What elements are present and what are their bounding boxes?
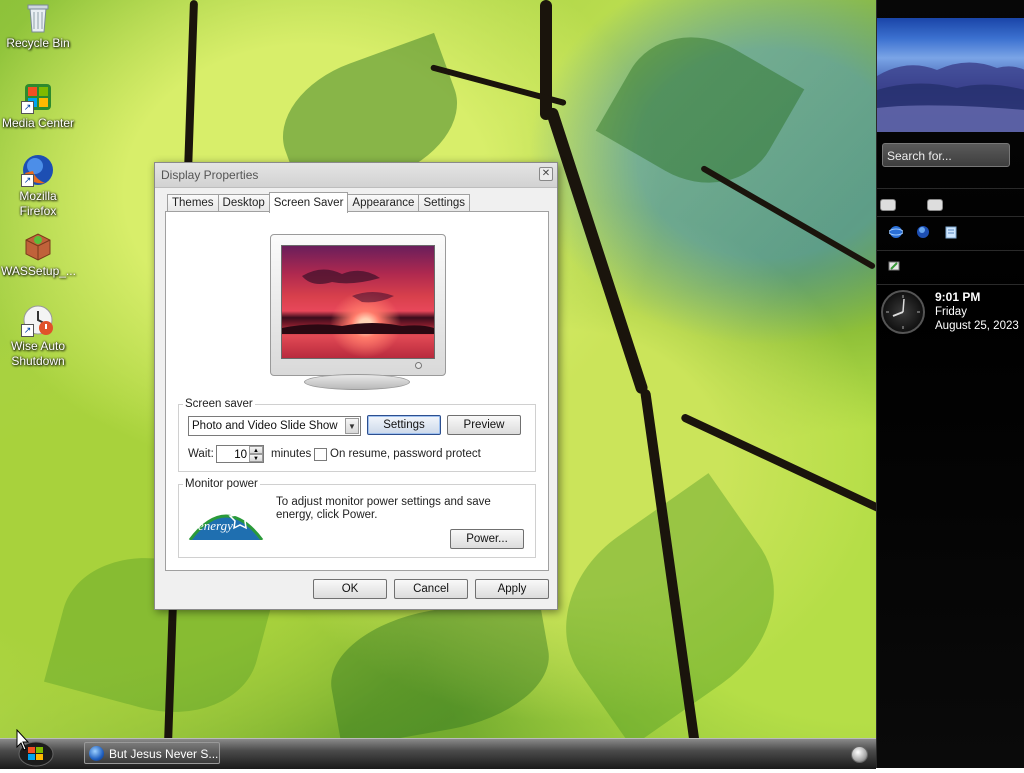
mouse-cursor-icon [16,729,30,751]
desktop-icon-wise-auto-shutdown[interactable]: ↗ Wise Auto Shutdown [1,303,75,369]
tab-appearance[interactable]: Appearance [347,194,420,212]
dialog-title: Display Properties [161,168,259,182]
firefox-icon [89,746,104,761]
power-button[interactable]: Power... [450,529,524,549]
energy-star-logo: energy [188,502,264,540]
chat-bubble-icon[interactable] [927,199,943,211]
search-input[interactable]: Search for... [882,143,1010,167]
monitor-power-group-label: Monitor power [185,478,258,490]
monitor-stand [304,374,410,390]
search-placeholder: Search for... [887,149,952,163]
media-center-icon: ↗ [21,80,55,114]
tray-gadget [877,250,1024,285]
desktop-icon-wassetup[interactable]: WASSetup_... [1,228,76,279]
windows-sidebar: Search for... 9:01 PM Friday August 25, … [876,0,1024,768]
package-icon [21,228,55,262]
close-icon[interactable]: ✕ [539,167,553,181]
tab-strip: Themes Desktop Screen Saver Appearance S… [167,192,471,213]
wait-minutes-stepper[interactable]: 10 ▲ ▼ [216,445,264,463]
monitor-preview [270,234,446,390]
wallpaper-leaf [595,9,805,211]
quick-launch-gadget [877,216,1024,247]
chat-bubble-icon[interactable] [880,199,896,211]
dialog-titlebar[interactable]: Display Properties ✕ [155,163,557,188]
shortcut-arrow-icon: ↗ [21,101,34,114]
firefox-icon: ↗ [21,153,55,187]
feed-gadget [877,188,1024,217]
desktop-icon-label: WASSetup_... [1,264,76,278]
screen-saver-group-label: Screen saver [185,398,253,410]
clock-date: August 25, 2023 [935,320,1019,332]
desktop-icon-label: Recycle Bin [6,36,70,50]
power-light-icon [415,362,422,369]
minutes-label: minutes [271,448,312,460]
wallpaper-leaf [321,591,559,749]
desktop-icon-media-center[interactable]: ↗ Media Center [1,80,75,131]
preview-screen [281,245,435,359]
apply-button[interactable]: Apply [475,579,549,599]
clock-day: Friday [935,306,967,318]
network-icon[interactable] [887,259,901,273]
wait-label: Wait: [188,448,214,460]
tab-settings[interactable]: Settings [418,194,471,212]
tab-screen-saver[interactable]: Screen Saver [268,192,349,213]
chevron-up-icon[interactable]: ▲ [249,446,263,454]
shortcut-arrow-icon: ↗ [21,324,34,337]
screen-saver-select-value: Photo and Video Slide Show [192,420,338,432]
password-protect-label[interactable]: On resume, password protect [330,448,481,460]
screen-saver-preview-button[interactable]: Preview [447,415,521,435]
monitor-power-description: To adjust monitor power settings and sav… [276,496,491,521]
display-properties-dialog: Display Properties ✕ Themes Desktop Scre… [154,162,558,610]
wait-minutes-value: 10 [234,449,247,461]
firefox-icon[interactable] [916,225,930,239]
password-protect-checkbox[interactable] [314,448,327,461]
cancel-button[interactable]: Cancel [394,579,468,599]
shortcut-arrow-icon: ↗ [21,174,34,187]
wallpaper-branch [700,164,877,270]
taskbar-item-firefox[interactable]: But Jesus Never S... [84,742,220,764]
desktop-icon-firefox[interactable]: ↗ Mozilla Firefox [1,153,75,219]
recycle-bin-icon [21,0,55,34]
slideshow-gadget[interactable] [877,18,1024,132]
screen-saver-select[interactable]: Photo and Video Slide Show ▼ [188,416,361,436]
desktop-icon-label: Media Center [1,116,75,130]
stepper-arrows[interactable]: ▲ ▼ [249,446,263,462]
energy-logo-text: energy [198,518,233,533]
analog-clock-icon [881,290,925,334]
shutdown-icon: ↗ [21,303,55,337]
ok-button[interactable]: OK [313,579,387,599]
taskbar: But Jesus Never S... [0,738,876,769]
desktop-icon-label: Mozilla Firefox [19,189,57,218]
tab-themes[interactable]: Themes [167,194,219,212]
tab-desktop[interactable]: Desktop [217,194,270,212]
notepad-icon[interactable] [944,225,958,239]
desktop-icon-label: Wise Auto Shutdown [10,339,66,368]
clock-time: 9:01 PM [935,290,981,304]
chevron-down-icon[interactable]: ▼ [249,454,263,462]
screen-saver-settings-button[interactable]: Settings [367,415,441,435]
chevron-down-icon[interactable]: ▼ [345,418,359,434]
show-desktop-icon[interactable] [851,746,868,763]
screen-saver-panel: Screen saver Photo and Video Slide Show … [165,211,549,571]
monitor-bezel [270,234,446,376]
desktop-icon-recycle-bin[interactable]: Recycle Bin [1,0,75,51]
ie-icon[interactable] [889,225,903,239]
taskbar-item-label: But Jesus Never S... [109,747,219,761]
